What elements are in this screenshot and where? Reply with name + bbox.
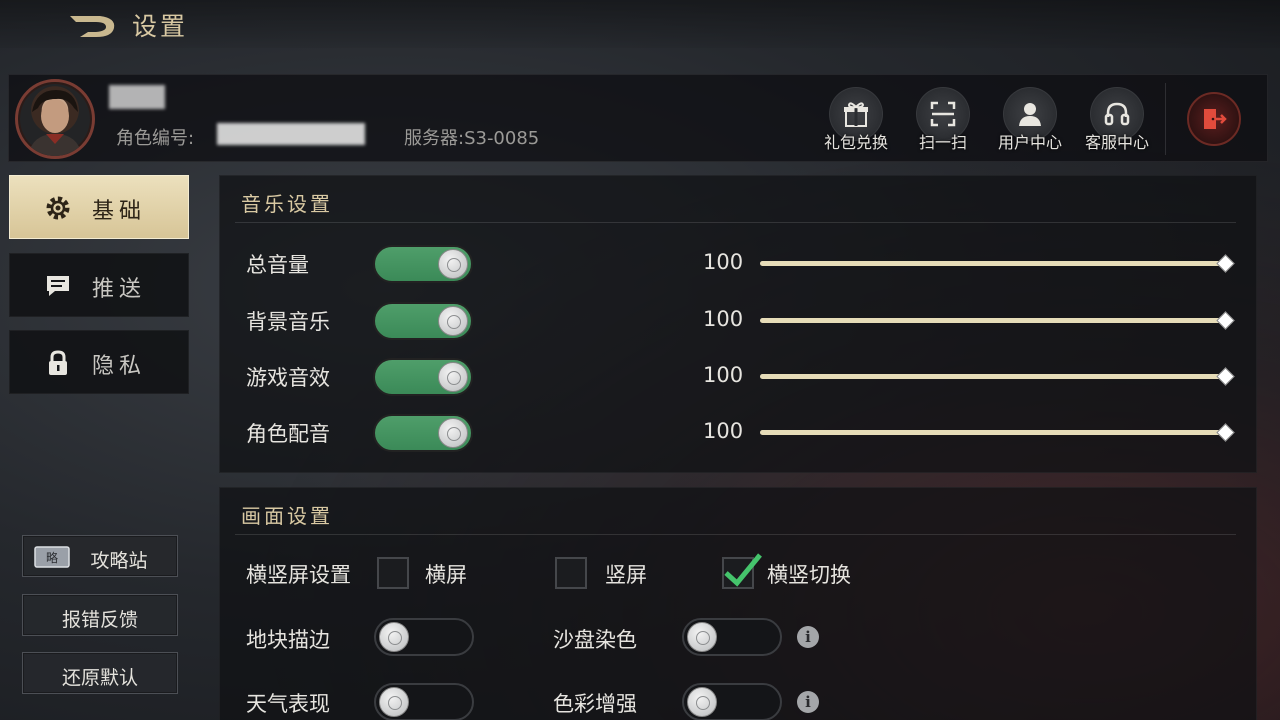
- toggle-knob: [438, 362, 468, 392]
- edge-outline-label: 地块描边: [246, 628, 330, 652]
- volume-slider[interactable]: [760, 254, 1235, 274]
- toggle-knob: [438, 306, 468, 336]
- role-id-label: 角色编号:: [116, 128, 195, 149]
- nav-tab-privacy[interactable]: 隐私: [9, 330, 189, 394]
- volume-toggle[interactable]: [373, 302, 473, 340]
- landscape-label: 横屏: [425, 563, 467, 587]
- info-icon[interactable]: i: [797, 626, 819, 648]
- toggle-knob: [687, 622, 717, 652]
- customer-service-button[interactable]: 客服中心: [1077, 87, 1157, 155]
- avatar-portrait-icon: [28, 90, 82, 156]
- volume-slider[interactable]: [760, 367, 1235, 387]
- toggle-knob: [438, 249, 468, 279]
- weather-label: 天气表现: [246, 692, 330, 716]
- user-icon: [1019, 103, 1041, 126]
- portrait-checkbox[interactable]: [555, 557, 587, 589]
- page-title: 设置: [132, 12, 189, 41]
- volume-toggle[interactable]: [373, 358, 473, 396]
- bug-report-button[interactable]: 报错反馈: [22, 594, 178, 636]
- portrait-label: 竖屏: [605, 563, 647, 587]
- weather-toggle[interactable]: [374, 683, 474, 720]
- nav-tab-push[interactable]: 推送: [9, 253, 189, 317]
- back-arrow-icon[interactable]: [66, 10, 120, 40]
- toggle-knob: [379, 687, 409, 717]
- volume-value: 100: [703, 419, 744, 443]
- volume-row-label: 总音量: [246, 253, 309, 277]
- gift-icon: [844, 102, 868, 127]
- toggle-knob: [438, 418, 468, 448]
- auto-rotate-checkbox[interactable]: [722, 553, 762, 589]
- nav-tab-basic[interactable]: 基础: [9, 175, 189, 239]
- guide-site-label: 攻略站: [90, 550, 148, 572]
- slider-fill: [760, 318, 1226, 323]
- edge-outline-toggle[interactable]: [374, 618, 474, 656]
- music-settings-title: 音乐设置: [241, 192, 333, 216]
- gear-icon: [46, 196, 70, 220]
- toggle-knob: [379, 622, 409, 652]
- volume-slider[interactable]: [760, 423, 1235, 443]
- music-title-divider: [235, 222, 1236, 223]
- sand-coloring-toggle[interactable]: [682, 618, 782, 656]
- gift-redeem-label: 礼包兑换: [823, 133, 888, 152]
- player-name-redacted: [109, 85, 165, 109]
- slider-fill: [760, 261, 1226, 266]
- restore-defaults-label: 还原默认: [61, 667, 138, 689]
- exit-door-icon: [1204, 109, 1227, 129]
- title-bar: 设置: [0, 0, 1280, 48]
- profile-bar: 角色编号: 服务器:S3-0085 礼包兑换 扫一扫 用户中心 客服中心: [8, 74, 1268, 162]
- scan-button[interactable]: 扫一扫: [903, 87, 983, 155]
- customer-service-label: 客服中心: [1084, 133, 1149, 152]
- color-enhance-toggle[interactable]: [682, 683, 782, 720]
- scan-icon: [930, 101, 956, 127]
- server-label: 服务器:S3-0085: [404, 128, 540, 149]
- volume-toggle[interactable]: [373, 245, 473, 283]
- message-icon: [47, 276, 69, 296]
- logout-button[interactable]: [1187, 92, 1241, 146]
- landscape-checkbox[interactable]: [377, 557, 409, 589]
- toolbar-divider: [1165, 83, 1166, 155]
- color-enhance-label: 色彩增强: [553, 692, 637, 716]
- role-id-redacted: [217, 123, 365, 145]
- headset-icon: [1104, 102, 1130, 126]
- orientation-label: 横竖屏设置: [246, 563, 351, 587]
- volume-row-label: 角色配音: [246, 422, 330, 446]
- scan-label: 扫一扫: [918, 133, 967, 152]
- volume-toggle[interactable]: [373, 414, 473, 452]
- bug-report-label: 报错反馈: [61, 609, 138, 631]
- volume-row-label: 游戏音效: [246, 366, 330, 390]
- restore-defaults-button[interactable]: 还原默认: [22, 652, 178, 694]
- gift-redeem-button[interactable]: 礼包兑换: [816, 87, 896, 155]
- slider-fill: [760, 374, 1226, 379]
- user-center-label: 用户中心: [997, 133, 1062, 152]
- lock-icon: [49, 350, 67, 375]
- info-icon[interactable]: i: [797, 691, 819, 713]
- auto-rotate-label: 横竖切换: [767, 563, 851, 587]
- nav-tab-push-label: 推送: [92, 277, 147, 302]
- guide-site-button[interactable]: 略 攻略站: [22, 535, 178, 577]
- volume-slider[interactable]: [760, 311, 1235, 331]
- volume-row-label: 背景音乐: [246, 310, 330, 334]
- sand-coloring-label: 沙盘染色: [553, 628, 637, 652]
- avatar[interactable]: [15, 79, 95, 159]
- checkmark-icon: [724, 553, 762, 587]
- display-title-divider: [235, 534, 1236, 535]
- volume-value: 100: [703, 250, 744, 274]
- user-center-button[interactable]: 用户中心: [990, 87, 1070, 155]
- toggle-knob: [687, 687, 717, 717]
- display-settings-title: 画面设置: [241, 504, 333, 528]
- volume-value: 100: [703, 307, 744, 331]
- guide-ticket-text: 略: [46, 550, 58, 565]
- slider-fill: [760, 430, 1226, 435]
- volume-value: 100: [703, 363, 744, 387]
- nav-tab-privacy-label: 隐私: [92, 354, 147, 379]
- nav-tab-basic-label: 基础: [92, 199, 147, 224]
